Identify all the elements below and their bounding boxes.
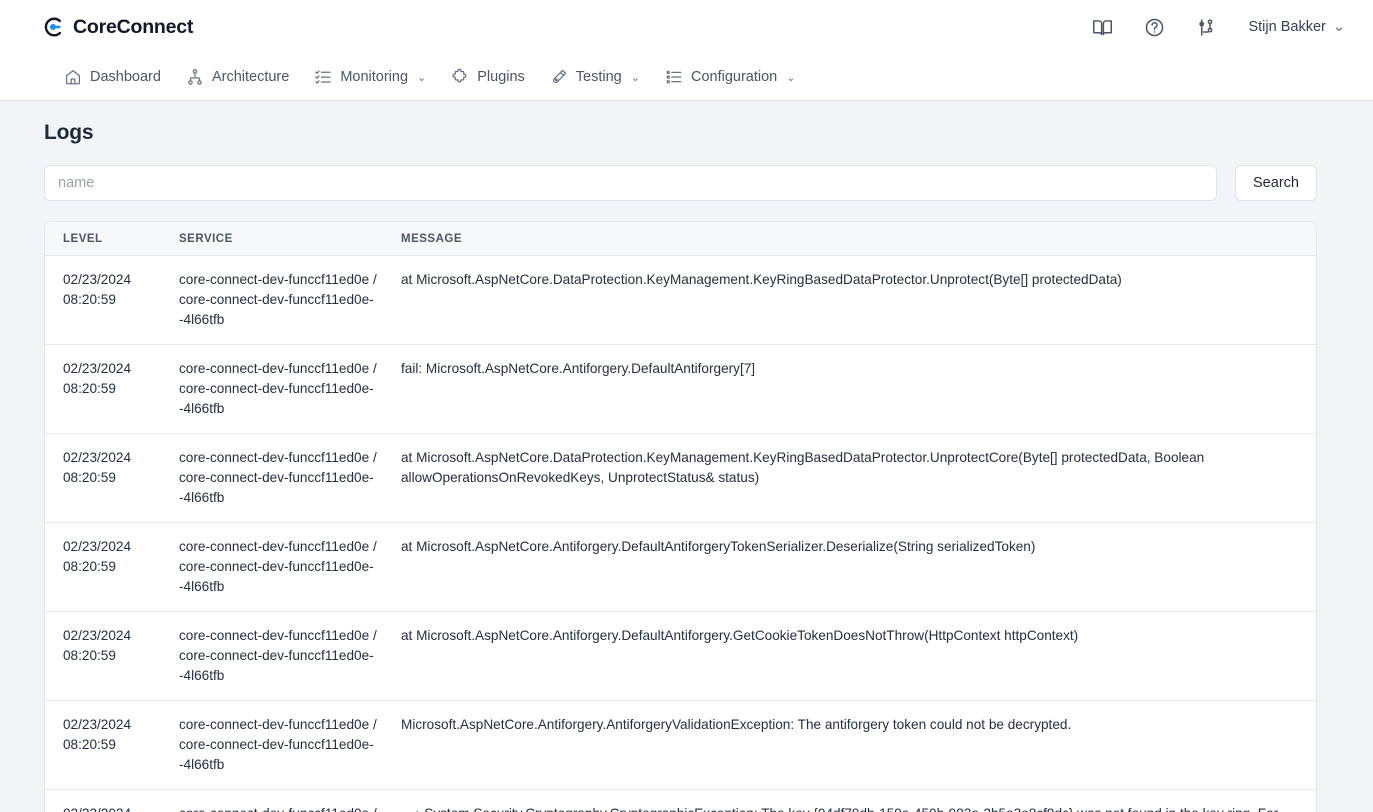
chevron-down-icon: ⌄	[417, 71, 426, 84]
column-header-level[interactable]: LEVEL	[45, 222, 169, 256]
nav-label: Plugins	[477, 69, 525, 85]
logs-table-body: 02/23/2024 08:20:59core-connect-dev-func…	[45, 256, 1316, 812]
chevron-down-icon: ⌄	[786, 71, 795, 84]
table-row[interactable]: 02/23/2024 08:20:59core-connect-dev-func…	[45, 790, 1316, 812]
chevron-down-icon: ⌄	[631, 71, 640, 84]
cell-level: 02/23/2024 08:20:59	[45, 434, 169, 523]
cell-service: core-connect-dev-funccf11ed0e / core-con…	[169, 612, 391, 701]
cell-message: at Microsoft.AspNetCore.Antiforgery.Defa…	[391, 523, 1316, 612]
home-icon	[64, 68, 82, 86]
cell-level: 02/23/2024 08:20:59	[45, 790, 169, 812]
user-menu[interactable]: Stijn Bakker ⌄	[1244, 13, 1349, 41]
cell-message: at Microsoft.AspNetCore.DataProtection.K…	[391, 256, 1316, 345]
table-row[interactable]: 02/23/2024 08:20:59core-connect-dev-func…	[45, 434, 1316, 523]
nav-item-testing[interactable]: Testing ⌄	[538, 62, 653, 92]
cell-service: core-connect-dev-funccf11ed0e / core-con…	[169, 523, 391, 612]
header-actions: Stijn Bakker ⌄	[1076, 7, 1349, 47]
cell-service: core-connect-dev-funccf11ed0e / core-con…	[169, 434, 391, 523]
user-name: Stijn Bakker	[1248, 19, 1325, 35]
column-header-message[interactable]: MESSAGE	[391, 222, 1316, 256]
cell-service: core-connect-dev-funccf11ed0e / core-con…	[169, 701, 391, 790]
cell-level: 02/23/2024 08:20:59	[45, 345, 169, 434]
table-row[interactable]: 02/23/2024 08:20:59core-connect-dev-func…	[45, 701, 1316, 790]
nav-item-configuration[interactable]: Configuration ⌄	[653, 62, 808, 92]
chevron-down-icon: ⌄	[1333, 19, 1345, 35]
page-title: Logs	[44, 121, 1317, 145]
cell-message: Microsoft.AspNetCore.Antiforgery.Antifor…	[391, 701, 1316, 790]
puzzle-piece-icon	[451, 68, 469, 86]
test-tube-icon	[550, 68, 568, 86]
cell-message: at Microsoft.AspNetCore.DataProtection.K…	[391, 434, 1316, 523]
cell-message: fail: Microsoft.AspNetCore.Antiforgery.D…	[391, 345, 1316, 434]
column-header-service[interactable]: SERVICE	[169, 222, 391, 256]
nav-label: Architecture	[212, 69, 289, 85]
search-input[interactable]	[44, 165, 1217, 201]
top-header-bar: CoreConnect	[0, 0, 1373, 54]
list-icon	[665, 68, 683, 86]
logs-table: LEVEL SERVICE MESSAGE 02/23/2024 08:20:5…	[45, 222, 1316, 812]
cell-message: ⟶ System.Security.Cryptography.Cryptogra…	[391, 790, 1316, 812]
search-bar: Search	[44, 165, 1317, 201]
sitemap-icon	[186, 68, 204, 86]
table-header-row: LEVEL SERVICE MESSAGE	[45, 222, 1316, 256]
cell-service: core-connect-dev-funccf11ed0e / core-con…	[169, 345, 391, 434]
table-row[interactable]: 02/23/2024 08:20:59core-connect-dev-func…	[45, 612, 1316, 701]
nav-item-dashboard[interactable]: Dashboard	[52, 62, 174, 92]
search-button[interactable]: Search	[1235, 165, 1317, 201]
core-connect-logo-icon	[42, 16, 64, 38]
help-circle-icon[interactable]	[1128, 7, 1180, 47]
main-navigation: Dashboard Architecture Monitoring ⌄	[0, 54, 1373, 101]
brand-logo[interactable]: CoreConnect	[42, 16, 193, 39]
nav-label: Dashboard	[90, 69, 161, 85]
nav-item-monitoring[interactable]: Monitoring ⌄	[302, 62, 439, 92]
nav-label: Testing	[576, 69, 622, 85]
cell-level: 02/23/2024 08:20:59	[45, 256, 169, 345]
table-row[interactable]: 02/23/2024 08:20:59core-connect-dev-func…	[45, 523, 1316, 612]
logs-table-container: LEVEL SERVICE MESSAGE 02/23/2024 08:20:5…	[44, 221, 1317, 812]
page-content: Logs Search LEVEL SERVICE MESSAGE 02/23/…	[0, 101, 1373, 812]
git-branch-icon[interactable]	[1180, 7, 1232, 47]
checklist-icon	[314, 68, 332, 86]
docs-book-icon[interactable]	[1076, 7, 1128, 47]
table-row[interactable]: 02/23/2024 08:20:59core-connect-dev-func…	[45, 345, 1316, 434]
nav-item-plugins[interactable]: Plugins	[439, 62, 538, 92]
cell-level: 02/23/2024 08:20:59	[45, 612, 169, 701]
logs-table-head: LEVEL SERVICE MESSAGE	[45, 222, 1316, 256]
cell-service: core-connect-dev-funccf11ed0e / core-con…	[169, 256, 391, 345]
table-row[interactable]: 02/23/2024 08:20:59core-connect-dev-func…	[45, 256, 1316, 345]
cell-level: 02/23/2024 08:20:59	[45, 701, 169, 790]
cell-message: at Microsoft.AspNetCore.Antiforgery.Defa…	[391, 612, 1316, 701]
brand-name: CoreConnect	[73, 16, 193, 39]
cell-level: 02/23/2024 08:20:59	[45, 523, 169, 612]
nav-item-architecture[interactable]: Architecture	[174, 62, 302, 92]
nav-label: Configuration	[691, 69, 777, 85]
nav-label: Monitoring	[340, 69, 408, 85]
cell-service: core-connect-dev-funccf11ed0e / core-con…	[169, 790, 391, 812]
